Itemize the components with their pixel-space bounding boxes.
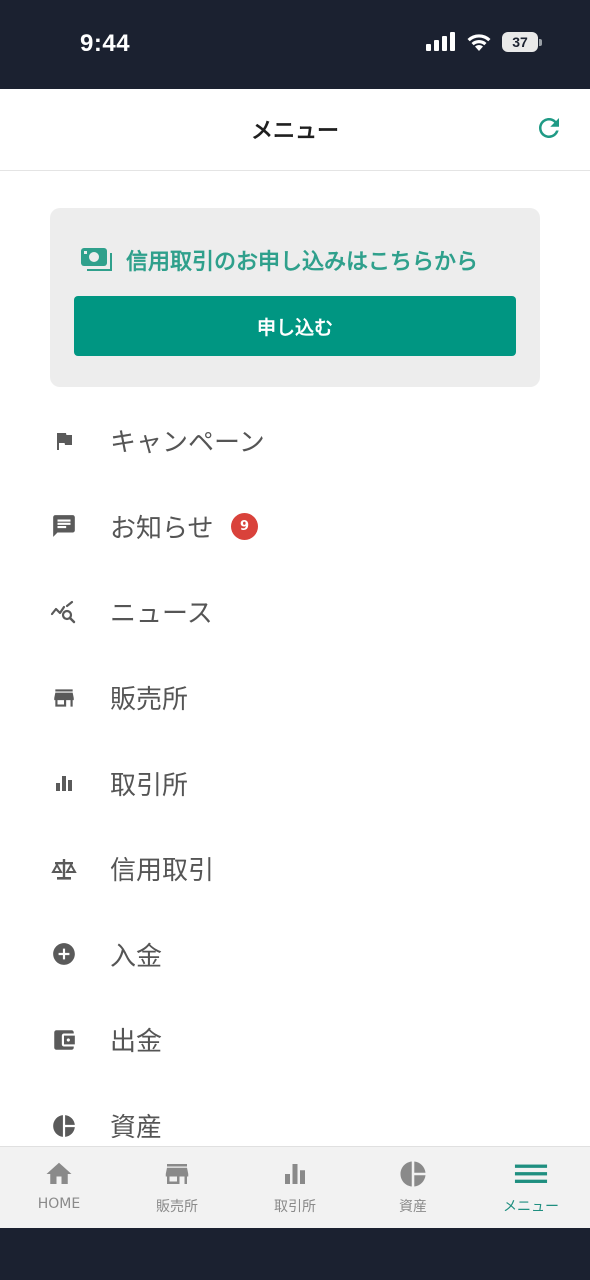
menu-icon — [514, 1159, 548, 1189]
flag-icon — [50, 427, 78, 455]
nav-label-store: 販売所 — [156, 1199, 198, 1215]
status-icons: 37 — [426, 32, 542, 52]
pie-chart-icon — [50, 1112, 78, 1140]
menu-label-notices: お知らせ — [110, 513, 214, 544]
menu-list: キャンペーン お知らせ 9 ニュース 販売所 取引所 信用取引 入金 出金 資産 — [0, 398, 590, 1168]
refresh-icon[interactable] — [534, 113, 564, 143]
bar-chart-icon — [278, 1159, 312, 1189]
status-time: 9:44 — [80, 30, 131, 57]
nav-item-home[interactable]: HOME — [0, 1147, 118, 1228]
header: メニュー — [0, 89, 590, 171]
menu-item-withdraw[interactable]: 出金 — [0, 997, 590, 1083]
money-icon — [81, 248, 112, 271]
plus-circle-icon — [50, 940, 78, 968]
system-home-bar — [0, 1228, 590, 1280]
menu-label-withdraw: 出金 — [110, 1027, 163, 1058]
nav-label-assets: 資産 — [399, 1199, 427, 1215]
promo-text: 信用取引のお申し込みはこちらから — [126, 250, 479, 275]
nav-label-exchange: 取引所 — [274, 1199, 316, 1215]
scale-icon — [50, 855, 78, 883]
menu-item-notices[interactable]: お知らせ 9 — [0, 484, 590, 570]
nav-label-home: HOME — [37, 1196, 81, 1212]
store-icon — [160, 1159, 194, 1189]
menu-label-margin: 信用取引 — [110, 856, 215, 887]
store-icon — [50, 684, 78, 712]
home-icon — [42, 1159, 76, 1189]
bottom-nav: HOME 販売所 取引所 資産 メニュー — [0, 1146, 590, 1228]
menu-item-margin[interactable]: 信用取引 — [0, 826, 590, 912]
menu-item-exchange[interactable]: 取引所 — [0, 740, 590, 826]
bar-chart-icon — [50, 769, 78, 797]
chat-icon — [50, 512, 78, 540]
menu-label-exchange: 取引所 — [110, 770, 189, 801]
pie-chart-icon — [396, 1159, 430, 1189]
menu-item-campaign[interactable]: キャンペーン — [0, 398, 590, 484]
nav-item-exchange[interactable]: 取引所 — [236, 1147, 354, 1228]
signal-icon — [426, 32, 455, 51]
nav-label-menu: メニュー — [503, 1199, 559, 1215]
promo-heading: 信用取引のお申し込みはこちらから — [80, 244, 478, 276]
menu-item-store[interactable]: 販売所 — [0, 655, 590, 741]
apply-button[interactable]: 申し込む — [74, 296, 516, 356]
status-bar: 9:44 37 — [0, 0, 590, 89]
news-chart-icon — [50, 598, 78, 626]
nav-item-store[interactable]: 販売所 — [118, 1147, 236, 1228]
page-title: メニュー — [250, 119, 339, 144]
wallet-icon — [50, 1026, 78, 1054]
wifi-icon — [467, 34, 491, 51]
menu-label-store: 販売所 — [110, 685, 189, 716]
menu-label-campaign: キャンペーン — [110, 428, 265, 459]
menu-label-news: ニュース — [110, 599, 213, 630]
menu-item-news[interactable]: ニュース — [0, 569, 590, 655]
nav-item-assets[interactable]: 資産 — [354, 1147, 472, 1228]
menu-label-deposit: 入金 — [110, 941, 163, 972]
nav-item-menu[interactable]: メニュー — [472, 1147, 590, 1228]
battery-icon: 37 — [502, 32, 542, 52]
battery-level: 37 — [512, 34, 528, 50]
menu-item-deposit[interactable]: 入金 — [0, 912, 590, 998]
notification-badge: 9 — [231, 512, 258, 540]
margin-promo-card: 信用取引のお申し込みはこちらから 申し込む — [50, 208, 540, 387]
menu-label-assets: 資産 — [110, 1113, 163, 1144]
